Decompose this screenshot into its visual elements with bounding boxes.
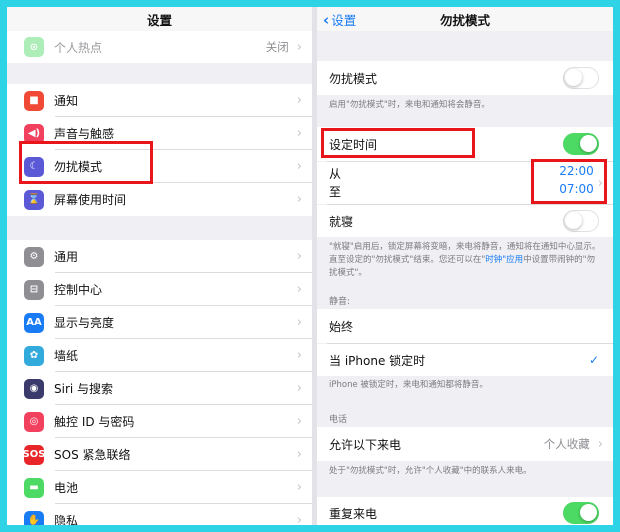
settings-row-label: 墙纸 (54, 349, 79, 363)
settings-row-label: 通知 (54, 94, 79, 108)
repeated-calls-toggle[interactable] (563, 502, 599, 524)
settings-row-label: 控制中心 (54, 283, 103, 297)
highlight-box-times (531, 159, 607, 204)
chevron-right-icon: › (296, 126, 302, 141)
dnd-toggle-row: 勿扰模式 (317, 61, 613, 95)
hotspot-icon: ⊙ (24, 37, 44, 57)
bedtime-toggle[interactable] (563, 210, 599, 232)
chevron-right-icon: › (296, 348, 302, 363)
settings-row-label: 显示与亮度 (54, 316, 115, 330)
switches-icon: ⊟ (24, 279, 44, 300)
settings-row-label: 电池 (54, 481, 79, 495)
fingerprint-icon: ◎ (24, 411, 44, 432)
notifications-icon: ■ (24, 90, 44, 111)
battery-icon: ▬ (24, 477, 44, 498)
settings-row[interactable]: ⌛ 屏幕使用时间 › (7, 183, 312, 216)
silence-section-header: 静音: (329, 297, 351, 307)
gear-icon: ⚙ (24, 246, 44, 267)
flower-icon: ✿ (24, 345, 44, 366)
settings-row[interactable]: ⊟ 控制中心 › (7, 273, 312, 306)
settings-row[interactable]: ✿ 墙纸 › (7, 339, 312, 372)
settings-row[interactable]: ⚙ 通用 › (7, 240, 312, 273)
settings-row-label: 触控 ID 与密码 (54, 415, 135, 429)
highlight-box-dnd-menu (19, 141, 153, 184)
settings-row[interactable]: ◉ Siri 与搜索 › (7, 372, 312, 405)
checkmark-icon: ✓ (588, 353, 599, 367)
chevron-right-icon: › (296, 93, 302, 108)
siri-icon: ◉ (24, 378, 44, 399)
scheduled-toggle[interactable] (563, 133, 599, 155)
dnd-title: 勿扰模式 (439, 13, 490, 28)
toggle-knob (580, 504, 597, 521)
hourglass-icon: ⌛ (24, 189, 44, 210)
repeated-calls-row: 重复来电 (317, 497, 613, 525)
settings-row[interactable]: ■ 通知 › (7, 84, 312, 117)
hotspot-value: 关闭 (265, 40, 289, 54)
settings-row[interactable]: ✋ 隐私 › (7, 504, 312, 525)
settings-navbar: 设置 (7, 7, 312, 31)
locked-label: 当 iPhone 锁定时 (329, 353, 426, 368)
sos-icon: SOS (23, 444, 45, 465)
dnd-note: 启用"勿扰模式"时，来电和通知将会静音。 (329, 100, 490, 110)
chevron-right-icon: › (597, 436, 603, 452)
settings-row-label: SOS 紧急联络 (54, 448, 131, 462)
screenshot-frame: 设置 ⊙ 个人热点 关闭 › ■ 通知 › ◀) 声音与触感 › ☾ 勿扰模式 › ⌛ 屏幕使用时间… (7, 7, 613, 525)
chevron-right-icon: › (296, 414, 302, 429)
settings-title: 设置 (146, 13, 172, 28)
settings-row[interactable]: SOS SOS 紧急联络 › (7, 438, 312, 471)
toggle-knob (565, 212, 582, 229)
toggle-knob (580, 135, 597, 152)
toggle-knob (565, 69, 582, 86)
hotspot-label: 个人热点 (54, 40, 103, 55)
settings-row[interactable]: ◎ 触控 ID 与密码 › (7, 405, 312, 438)
settings-row-label: Siri 与搜索 (54, 382, 114, 396)
clock-app-link[interactable]: 时钟"应用 (485, 255, 523, 265)
settings-row[interactable]: ▬ 电池 › (7, 471, 312, 504)
chevron-right-icon: › (296, 282, 302, 297)
settings-row-label: 声音与触感 (54, 127, 115, 141)
bedtime-label: 就寝 (329, 214, 354, 229)
hand-icon: ✋ (24, 510, 44, 525)
bedtime-row: 就寝 (317, 205, 613, 237)
chevron-right-icon: › (296, 249, 302, 264)
chevron-right-icon: › (296, 192, 302, 207)
bedtime-note: "就寝"启用后，锁定屏幕将变暗，来电将静音，通知将在通知中心显示。直至设定的"勿… (329, 241, 603, 280)
locked-note: iPhone 被锁定时，来电和通知都将静音。 (329, 380, 488, 390)
allow-calls-label: 允许以下来电 (329, 437, 402, 452)
chevron-right-icon: › (296, 159, 302, 174)
dnd-navbar: ‹ 设置 勿扰模式 (317, 7, 613, 31)
settings-row[interactable]: AA 显示与亮度 › (7, 306, 312, 339)
chevron-right-icon: › (296, 513, 302, 525)
chevron-right-icon: › (296, 39, 302, 55)
allow-calls-note: 处于"勿扰模式"时，允许"个人收藏"中的联系人来电。 (329, 466, 532, 476)
chevron-right-icon: › (296, 447, 302, 462)
silence-locked-row[interactable]: 当 iPhone 锁定时 ✓ (317, 344, 613, 376)
brightness-icon: AA (24, 312, 44, 333)
settings-row-label: 通用 (54, 250, 79, 264)
repeated-calls-label: 重复来电 (329, 506, 378, 521)
silence-always-row[interactable]: 始终 (317, 309, 613, 343)
allow-calls-value: 个人收藏 (543, 437, 590, 451)
allow-calls-row[interactable]: 允许以下来电 个人收藏 › (317, 427, 613, 461)
always-label: 始终 (329, 319, 354, 334)
highlight-box-scheduled (321, 128, 475, 158)
dnd-toggle[interactable] (563, 67, 599, 89)
chevron-right-icon: › (296, 480, 302, 495)
chevron-right-icon: › (296, 315, 302, 330)
phone-section-header: 电话 (329, 415, 348, 425)
from-label: 从 (329, 167, 342, 181)
settings-panel: 设置 ⊙ 个人热点 关闭 › ■ 通知 › ◀) 声音与触感 › ☾ 勿扰模式 › ⌛ 屏幕使用时间… (7, 7, 312, 525)
chevron-right-icon: › (296, 381, 302, 396)
to-label: 至 (329, 185, 342, 199)
dnd-panel: ‹ 设置 勿扰模式 勿扰模式 启用"勿扰模式"时，来电和通知将会静音。 设定时间 … (317, 7, 613, 525)
settings-row-label: 隐私 (54, 514, 79, 525)
dnd-label: 勿扰模式 (329, 71, 378, 86)
settings-row-label: 屏幕使用时间 (54, 193, 127, 207)
hotspot-row[interactable]: ⊙ 个人热点 关闭 › (7, 31, 312, 63)
